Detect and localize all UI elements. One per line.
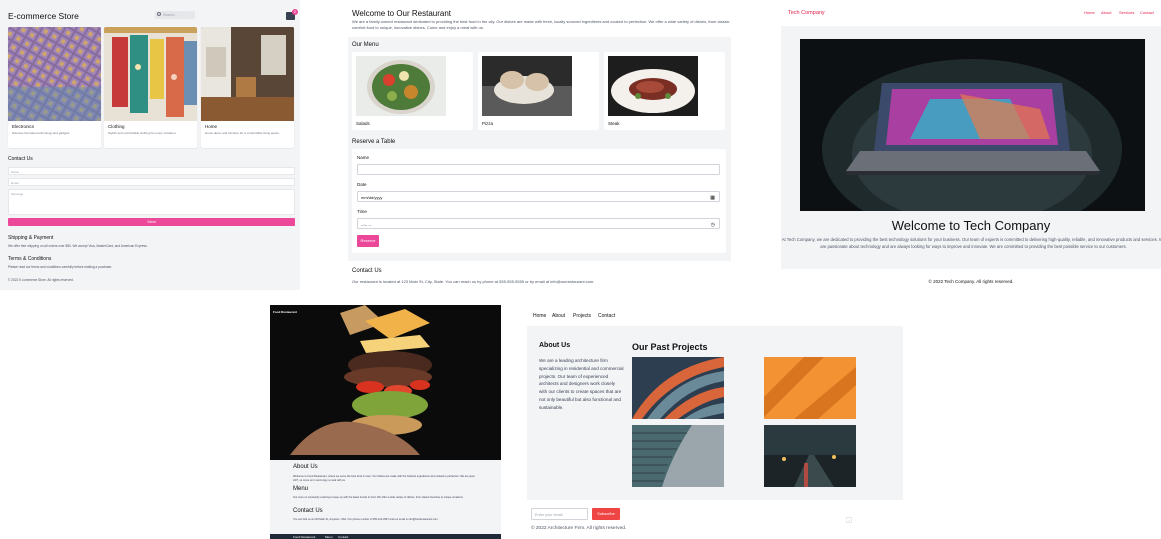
menu-text: Our menu is constantly evolving to keep … <box>293 496 464 499</box>
menu-item-label: Salads <box>356 121 370 126</box>
tech-page: Tech Company Home About Services Contact… <box>781 0 1161 290</box>
nav-home[interactable]: Home <box>533 313 546 319</box>
about-heading: About Us <box>539 342 571 349</box>
search-icon <box>157 12 161 16</box>
architecture-page: Home About Projects Contact About Us We … <box>527 305 1161 539</box>
time-field[interactable]: --:-- -- ◷ <box>357 218 720 229</box>
intro-text: At Tech Company, we are dedicated to pro… <box>781 237 1161 249</box>
email-field[interactable]: Email <box>8 178 295 186</box>
about-text: Welcome to Food Restaurant, where we ser… <box>293 475 475 482</box>
page-title: Welcome to Tech Company <box>891 218 1051 233</box>
time-label: Time <box>357 209 367 214</box>
project-image-2[interactable] <box>764 357 856 419</box>
food-page: Food Restaurant About Us Welcome to Food… <box>270 305 501 539</box>
contact-heading: Contact Us <box>352 268 382 274</box>
reservation-form: Name Date mm/dd/yyyy ▦ Time --:-- -- ◷ R… <box>352 149 726 253</box>
contact-text: You can find us at 123 Main St, Anytown,… <box>293 518 439 521</box>
card-description: Discover the latest technology and gadge… <box>12 131 71 135</box>
contact-heading: Contact Us <box>8 156 33 162</box>
time-value: --:-- -- <box>361 222 372 227</box>
menu-heading: Menu <box>293 486 309 492</box>
product-card-clothing[interactable]: Clothing Stylish and comfortable clothin… <box>104 27 197 148</box>
nav-about[interactable]: About <box>552 313 565 319</box>
menu-card-steak[interactable]: Steak <box>604 52 725 130</box>
name-field[interactable]: Name <box>8 167 295 175</box>
clock-icon[interactable]: ◷ <box>711 222 715 228</box>
name-label: Name <box>357 155 370 160</box>
project-image-3[interactable] <box>632 425 724 487</box>
product-card-home[interactable]: Home Home decor and furniture for a comf… <box>201 27 294 148</box>
brand-label[interactable]: Food Restaurant <box>273 310 297 314</box>
reserve-button[interactable]: Reserve <box>357 235 379 247</box>
search-placeholder: Search... <box>163 13 178 17</box>
steak-image <box>608 56 698 116</box>
contact-heading: Contact Us <box>293 508 323 514</box>
pizza-image <box>482 56 572 116</box>
cart-count-badge: 2 <box>292 9 298 15</box>
footer-copyright: © 2022 Tech Company. All rights reserved… <box>928 279 1014 284</box>
subscribe-button[interactable]: Subscribe <box>592 508 620 520</box>
card-description: Home decor and furniture for a comfortab… <box>205 131 280 135</box>
footer-contact-link[interactable]: Contact <box>338 535 348 539</box>
footer-menu-link[interactable]: Menu <box>325 535 333 539</box>
nav-contact[interactable]: Contact <box>598 313 615 319</box>
email-input[interactable]: Enter your email <box>531 508 588 520</box>
nav-contact[interactable]: Contact <box>1140 10 1154 15</box>
search-input[interactable]: Search... <box>155 11 195 19</box>
projects-heading: Our Past Projects <box>632 342 708 352</box>
card-title: Home <box>205 124 218 129</box>
shipping-text: We offer free shipping on all orders ove… <box>8 244 148 248</box>
terms-heading: Terms & Conditions <box>8 256 52 262</box>
send-button[interactable]: Send <box>8 218 295 226</box>
restaurant-page: Welcome to Our Restaurant We are a famil… <box>344 0 737 290</box>
menu-item-label: Pizza <box>482 121 494 126</box>
laptop-hero-image <box>800 39 1145 211</box>
intro-text: We are a family-owned restaurant dedicat… <box>352 19 730 30</box>
project-image-4[interactable] <box>764 425 856 487</box>
contact-text: Our restaurant is located at 123 Main St… <box>352 279 595 284</box>
reserve-heading: Reserve a Table <box>352 139 396 145</box>
about-text: We are a leading architecture firm speci… <box>539 358 624 410</box>
calendar-icon[interactable]: ▦ <box>710 195 715 201</box>
electronics-image <box>8 27 101 121</box>
menu-card-pizza[interactable]: Pizza <box>478 52 599 130</box>
nav-projects[interactable]: Projects <box>573 313 591 319</box>
date-label: Date <box>357 182 367 187</box>
message-field[interactable]: Message <box>8 189 295 215</box>
ecommerce-title[interactable]: E-commerce Store <box>8 11 79 21</box>
terms-text: Please read our terms and conditions car… <box>8 265 113 269</box>
brand-link[interactable]: Tech Company <box>788 10 825 16</box>
copyright: © 2022 E-commerce Store. All rights rese… <box>8 278 74 282</box>
date-value: mm/dd/yyyy <box>361 195 383 200</box>
ecommerce-header: E-commerce Store Search... 2 <box>0 0 300 28</box>
footer-brand[interactable]: Food Restaurant <box>293 535 315 539</box>
copyright: © 2022 Architecture Firm. All rights res… <box>531 526 627 531</box>
nav-services[interactable]: Services <box>1119 10 1134 15</box>
scroll-indicator-icon[interactable]: ↑ <box>846 517 852 523</box>
footer-nav: Food Restaurant Menu Contact <box>270 534 501 539</box>
clothing-image <box>104 27 197 121</box>
menu-heading: Our Menu <box>352 42 379 48</box>
name-field[interactable] <box>357 164 720 175</box>
nav-home[interactable]: Home <box>1084 10 1095 15</box>
burger-hero-image <box>270 305 501 460</box>
project-image-1[interactable] <box>632 357 724 419</box>
home-image <box>201 27 294 121</box>
card-title: Electronics <box>12 124 35 129</box>
card-description: Stylish and comfortable clothing for eve… <box>108 131 177 135</box>
nav-about[interactable]: About <box>1101 10 1111 15</box>
salads-image <box>356 56 446 116</box>
ecommerce-page: E-commerce Store Search... 2 Electronics <box>0 0 300 290</box>
product-card-electronics[interactable]: Electronics Discover the latest technolo… <box>8 27 101 148</box>
card-title: Clothing <box>108 124 125 129</box>
shipping-heading: Shipping & Payment <box>8 235 54 241</box>
page-title: Welcome to Our Restaurant <box>352 9 452 18</box>
about-heading: About Us <box>293 464 318 470</box>
date-field[interactable]: mm/dd/yyyy ▦ <box>357 191 720 202</box>
menu-item-label: Steak <box>608 121 620 126</box>
menu-card-salads[interactable]: Salads <box>352 52 473 130</box>
